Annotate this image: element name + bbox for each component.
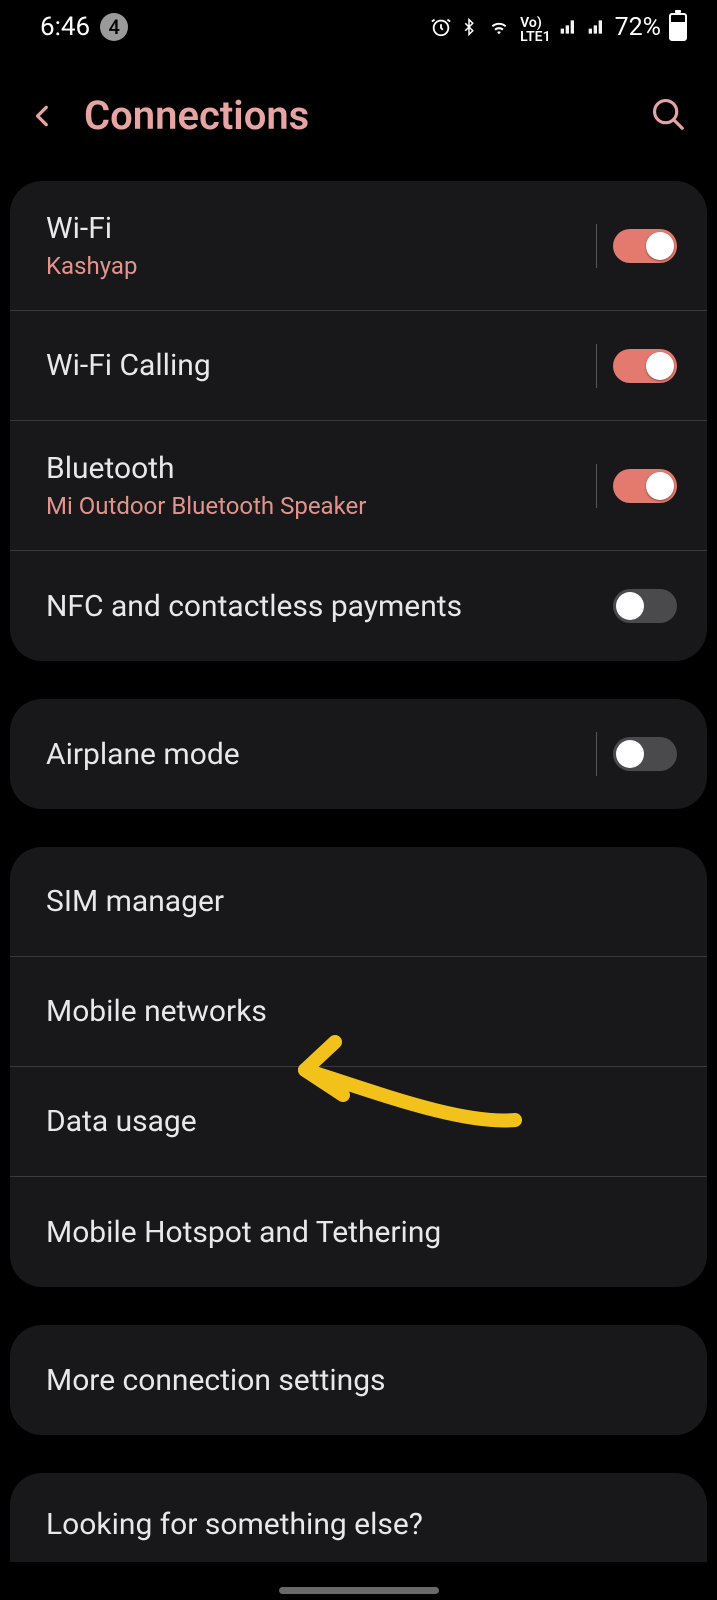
settings-group-1: Wi-Fi Kashyap Wi-Fi Calling Bluetooth Mi… — [10, 181, 707, 661]
settings-group-2: Airplane mode — [10, 699, 707, 809]
status-bar: 6:46 4 Vo)LTE1 72% — [0, 0, 717, 54]
row-wifi-calling[interactable]: Wi-Fi Calling — [10, 311, 707, 421]
row-more-connection-settings[interactable]: More connection settings — [10, 1325, 707, 1435]
wifi-calling-title: Wi-Fi Calling — [46, 348, 596, 383]
row-mobile-hotspot[interactable]: Mobile Hotspot and Tethering — [10, 1177, 707, 1287]
row-data-usage[interactable]: Data usage — [10, 1067, 707, 1177]
toggle-separator — [596, 464, 597, 508]
row-nfc[interactable]: NFC and contactless payments — [10, 551, 707, 661]
volte-icon: Vo)LTE1 — [520, 16, 550, 38]
status-time: 6:46 — [40, 12, 90, 42]
looking-for-title: Looking for something else? — [46, 1507, 671, 1542]
sim-manager-title: SIM manager — [46, 884, 677, 919]
wifi-calling-toggle[interactable] — [613, 349, 677, 383]
page-header: Connections — [10, 54, 707, 181]
bluetooth-icon — [460, 16, 478, 38]
settings-group-4: More connection settings — [10, 1325, 707, 1435]
settings-group-3: SIM manager Mobile networks Data usage M… — [10, 847, 707, 1287]
more-connection-settings-title: More connection settings — [46, 1363, 677, 1398]
airplane-mode-title: Airplane mode — [46, 737, 596, 772]
row-wifi[interactable]: Wi-Fi Kashyap — [10, 181, 707, 311]
alarm-icon — [430, 16, 452, 38]
nfc-toggle[interactable] — [613, 589, 677, 623]
wifi-toggle[interactable] — [613, 229, 677, 263]
row-mobile-networks[interactable]: Mobile networks — [10, 957, 707, 1067]
mobile-networks-title: Mobile networks — [46, 994, 677, 1029]
row-bluetooth[interactable]: Bluetooth Mi Outdoor Bluetooth Speaker — [10, 421, 707, 551]
wifi-icon — [486, 16, 512, 38]
notification-count-badge: 4 — [100, 13, 128, 41]
battery-percent: 72% — [615, 13, 661, 42]
toggle-separator — [596, 344, 597, 388]
bluetooth-subtitle: Mi Outdoor Bluetooth Speaker — [46, 492, 596, 520]
battery-icon — [669, 13, 687, 41]
toggle-separator — [596, 732, 597, 776]
airplane-mode-toggle[interactable] — [613, 737, 677, 771]
row-airplane-mode[interactable]: Airplane mode — [10, 699, 707, 809]
row-sim-manager[interactable]: SIM manager — [10, 847, 707, 957]
wifi-title: Wi-Fi — [46, 211, 596, 246]
gesture-nav-bar[interactable] — [279, 1587, 439, 1594]
bluetooth-title: Bluetooth — [46, 451, 596, 486]
wifi-subtitle: Kashyap — [46, 252, 596, 280]
toggle-separator — [596, 224, 597, 268]
looking-for-card: Looking for something else? — [10, 1473, 707, 1562]
signal-1-icon — [559, 16, 579, 38]
page-title: Connections — [84, 92, 309, 139]
data-usage-title: Data usage — [46, 1104, 677, 1139]
bluetooth-toggle[interactable] — [613, 469, 677, 503]
nfc-title: NFC and contactless payments — [46, 589, 613, 624]
signal-2-icon — [587, 16, 607, 38]
back-icon[interactable] — [30, 96, 56, 136]
search-icon[interactable] — [649, 95, 687, 133]
mobile-hotspot-title: Mobile Hotspot and Tethering — [46, 1215, 677, 1250]
